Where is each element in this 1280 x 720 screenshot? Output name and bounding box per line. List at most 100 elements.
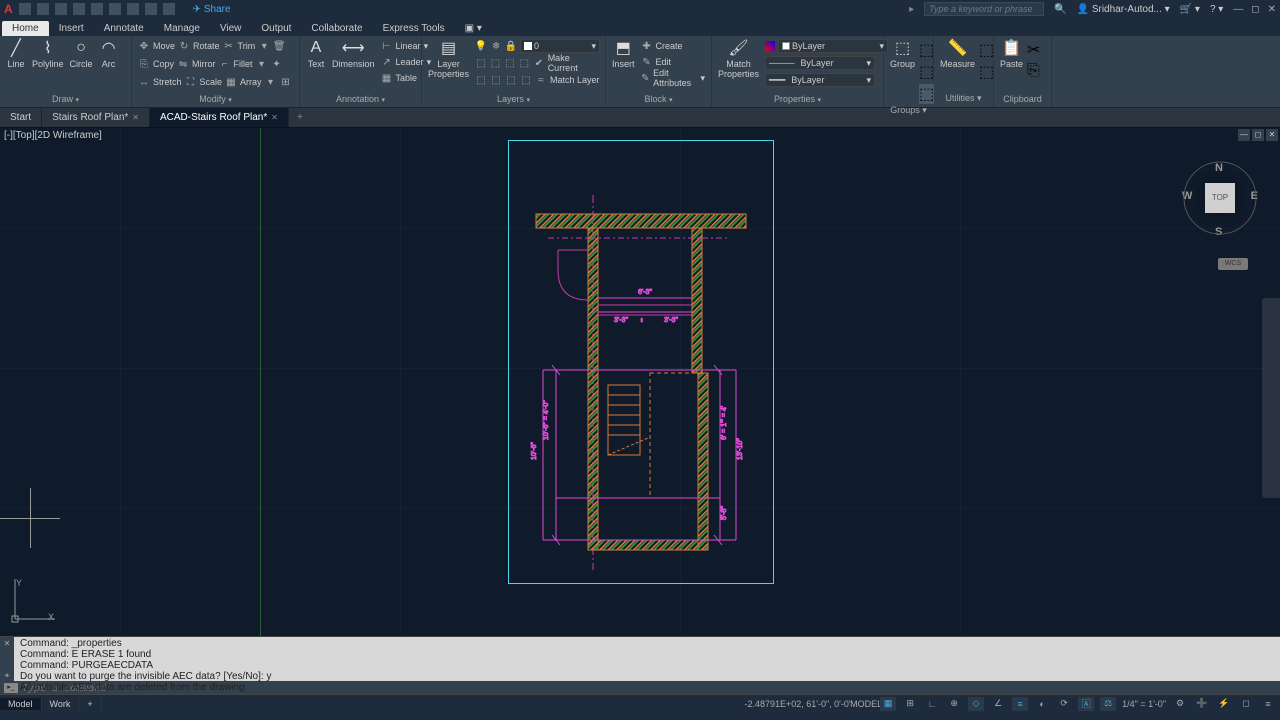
tool-dimension[interactable]: ⟷Dimension — [330, 38, 377, 93]
menu-tab-manage[interactable]: Manage — [154, 21, 210, 36]
panel-title-layers[interactable]: Layers ▾ — [426, 93, 601, 105]
snap-toggle-icon[interactable]: ⊞ — [902, 697, 918, 711]
qat-save-icon[interactable] — [55, 3, 67, 15]
menu-tab-collaborate[interactable]: Collaborate — [301, 21, 372, 36]
tool-stretch[interactable]: Stretch — [153, 77, 182, 87]
user-menu[interactable]: 👤 Sridhar-Autod... ▾ — [1077, 4, 1170, 15]
transparency-icon[interactable]: ◐ — [1034, 697, 1050, 711]
qat-saveas-icon[interactable] — [73, 3, 85, 15]
menu-tab-annotate[interactable]: Annotate — [94, 21, 154, 36]
tool-array[interactable]: Array — [240, 77, 262, 87]
close-tab-icon[interactable]: ✕ — [271, 113, 278, 122]
linetype-dropdown[interactable]: ────ByLayer▾ — [765, 56, 875, 70]
group-edit-icon[interactable]: ⬚ — [919, 40, 934, 60]
clean-screen-icon[interactable]: ◻ — [1238, 697, 1254, 711]
navigation-bar[interactable] — [1262, 298, 1280, 498]
menu-tab-output[interactable]: Output — [251, 21, 301, 36]
tool-layer-properties[interactable]: ▤Layer Properties — [426, 38, 471, 93]
tool-arc[interactable]: ◠Arc — [97, 38, 121, 93]
tool-text[interactable]: AText — [304, 38, 328, 93]
tool-match-properties[interactable]: 🖌Match Properties — [716, 38, 761, 93]
viewcube[interactable]: TOP N S E W — [1180, 158, 1260, 238]
util2-icon[interactable]: ⬚ — [979, 62, 994, 82]
otrack-toggle-icon[interactable]: ∠ — [990, 697, 1006, 711]
tool-mirror[interactable]: Mirror — [192, 59, 216, 69]
osnap-toggle-icon[interactable]: ◇ — [968, 697, 984, 711]
menu-tab-home[interactable]: Home — [2, 21, 49, 36]
ungroup-icon[interactable]: ⬚ — [919, 62, 934, 82]
cmd-handle-icon[interactable]: ⚹ — [5, 669, 10, 680]
grid-toggle-icon[interactable]: ▦ — [880, 697, 896, 711]
close-tab-icon[interactable]: ✕ — [132, 113, 139, 122]
menu-tab-insert[interactable]: Insert — [49, 21, 94, 36]
cut-icon[interactable]: ✂ — [1027, 40, 1040, 60]
polar-toggle-icon[interactable]: ⊕ — [946, 697, 962, 711]
panel-title-draw[interactable]: Draw ▾ — [4, 93, 127, 105]
layout-tab-add[interactable]: + — [79, 698, 101, 710]
annovisible-icon[interactable]: ⚖ — [1100, 697, 1116, 711]
panel-title-modify[interactable]: Modify ▾ — [136, 93, 295, 105]
tool-line[interactable]: ╱Line — [4, 38, 28, 93]
annomonitor-icon[interactable]: ➕ — [1194, 697, 1210, 711]
color-dropdown[interactable]: ByLayer▾ — [778, 39, 888, 53]
tool-block-attrs[interactable]: ✎Edit Attributes ▾ — [639, 70, 707, 86]
layer-dropdown[interactable]: 0▾ — [520, 39, 600, 53]
qat-new-icon[interactable] — [19, 3, 31, 15]
scale-readout[interactable]: 1/4" = 1'-0" — [1122, 697, 1166, 711]
tool-copy[interactable]: Copy — [153, 59, 174, 69]
qat-print-icon[interactable] — [127, 3, 139, 15]
tool-measure[interactable]: 📏Measure — [938, 38, 977, 92]
qat-open-icon[interactable] — [37, 3, 49, 15]
panel-title-annotation[interactable]: Annotation ▾ — [304, 93, 417, 105]
group-bbox-icon[interactable]: ⬚ — [919, 84, 934, 104]
cycling-icon[interactable]: ⟳ — [1056, 697, 1072, 711]
share-button[interactable]: ✈ Share — [193, 4, 231, 15]
window-minimize-icon[interactable]: — — [1233, 4, 1243, 15]
file-tab-start[interactable]: Start — [0, 108, 42, 127]
search-exec-icon[interactable]: 🔍 — [1054, 4, 1066, 15]
tool-rotate[interactable]: Rotate — [193, 41, 220, 51]
annoscale-icon[interactable]: 🄰 — [1078, 697, 1094, 711]
command-prompt-icon[interactable]: ▸_ — [4, 683, 18, 693]
tool-fillet[interactable]: Fillet — [234, 59, 253, 69]
lineweight-dropdown[interactable]: ━━━ByLayer▾ — [765, 73, 875, 87]
tool-polyline[interactable]: ⌇Polyline — [30, 38, 66, 93]
qat-web-icon[interactable] — [91, 3, 103, 15]
workspace-icon[interactable]: ⚙ — [1172, 697, 1188, 711]
tool-make-current[interactable]: Make Current — [548, 53, 600, 73]
autodesk-app-icon[interactable]: 🛒 ▾ — [1180, 4, 1200, 15]
layout-tab-work[interactable]: Work — [42, 698, 80, 710]
hardware-accel-icon[interactable]: ⚡ — [1216, 697, 1232, 711]
window-restore-icon[interactable]: ◻ — [1251, 4, 1259, 15]
ucs-icon[interactable]: YX — [10, 574, 60, 626]
tool-move[interactable]: Move — [153, 41, 175, 51]
util1-icon[interactable]: ⬚ — [979, 40, 994, 60]
tool-block-create[interactable]: ✚Create — [639, 38, 707, 54]
wcs-badge[interactable]: WCS — [1218, 258, 1248, 270]
window-close-icon[interactable]: ✕ — [1268, 4, 1276, 15]
drawing-viewport[interactable]: [-][Top][2D Wireframe] —◻✕ YX — [0, 128, 1280, 636]
qat-redo-icon[interactable] — [163, 3, 175, 15]
help-icon[interactable]: ? ▾ — [1210, 4, 1223, 15]
menu-tab-featured[interactable]: ▣ ▾ — [455, 21, 492, 36]
search-input[interactable] — [924, 2, 1044, 16]
panel-title-properties[interactable]: Properties ▾ — [716, 93, 879, 105]
file-tab-acad-stairs[interactable]: ACAD-Stairs Roof Plan*✕ — [150, 108, 289, 127]
ortho-toggle-icon[interactable]: ∟ — [924, 697, 940, 711]
customize-icon[interactable]: ≡ — [1260, 697, 1276, 711]
qat-plot-icon[interactable] — [109, 3, 121, 15]
tool-circle[interactable]: ○Circle — [68, 38, 95, 93]
tool-scale[interactable]: Scale — [200, 77, 223, 87]
menu-tab-express[interactable]: Express Tools — [373, 21, 455, 36]
tool-paste[interactable]: 📋Paste — [998, 38, 1025, 93]
model-space-toggle[interactable]: MODEL — [858, 697, 874, 711]
panel-title-block[interactable]: Block ▾ — [610, 93, 707, 105]
add-tab-button[interactable]: + — [289, 112, 311, 123]
layout-tab-model[interactable]: Model — [0, 698, 42, 710]
cmd-close-icon[interactable]: ✕ — [4, 638, 11, 649]
file-tab-stairs[interactable]: Stairs Roof Plan*✕ — [42, 108, 150, 127]
menu-tab-view[interactable]: View — [210, 21, 252, 36]
tool-trim[interactable]: Trim — [238, 41, 256, 51]
tool-insert-block[interactable]: ⬒Insert — [610, 38, 637, 93]
tool-group[interactable]: ⬚Group — [888, 38, 917, 104]
